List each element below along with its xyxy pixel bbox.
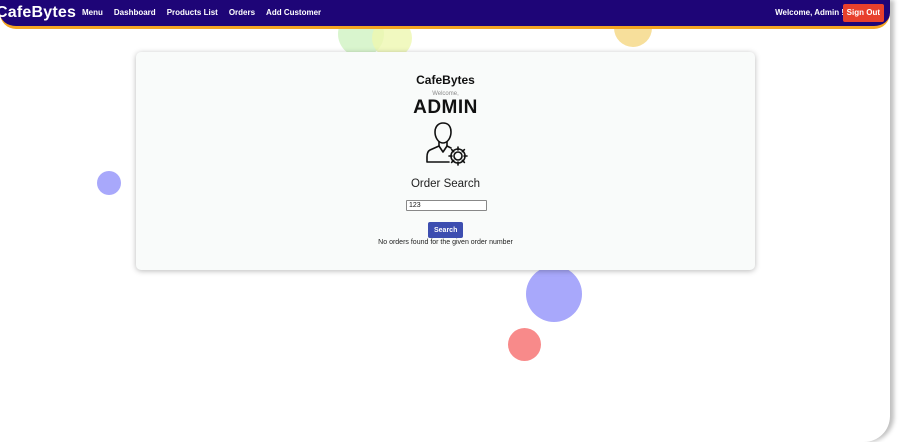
- nav-link-products-list[interactable]: Products List: [167, 8, 218, 17]
- search-button[interactable]: Search: [428, 222, 463, 238]
- sign-out-button[interactable]: Sign Out: [842, 4, 884, 22]
- decor-bubble-blue-small: [97, 171, 121, 195]
- user-name-heading: ADMIN: [413, 97, 478, 118]
- card-title: CafeBytes: [416, 73, 475, 87]
- nav-link-menu[interactable]: Menu: [82, 8, 103, 17]
- decor-bubble-red: [508, 328, 541, 361]
- nav-links: Menu Dashboard Products List Orders Add …: [82, 8, 332, 17]
- app-window: CafeBytes Menu Dashboard Products List O…: [0, 0, 890, 442]
- nav-link-add-customer[interactable]: Add Customer: [266, 8, 321, 17]
- order-search-heading: Order Search: [410, 178, 481, 190]
- top-navbar: CafeBytes Menu Dashboard Products List O…: [0, 0, 890, 29]
- search-result-message: No orders found for the given order numb…: [378, 239, 513, 246]
- welcome-user-text: Welcome, Admin !: [775, 8, 844, 17]
- admin-user-gear-icon: [426, 122, 468, 166]
- decor-bubble-blue-large: [526, 266, 582, 322]
- brand-logo[interactable]: CafeBytes: [0, 4, 76, 22]
- order-number-input[interactable]: [406, 200, 487, 211]
- nav-link-orders[interactable]: Orders: [229, 8, 255, 17]
- order-search-card: CafeBytes Welcome, ADMIN Order Search Se…: [136, 52, 755, 270]
- nav-link-dashboard[interactable]: Dashboard: [114, 8, 156, 17]
